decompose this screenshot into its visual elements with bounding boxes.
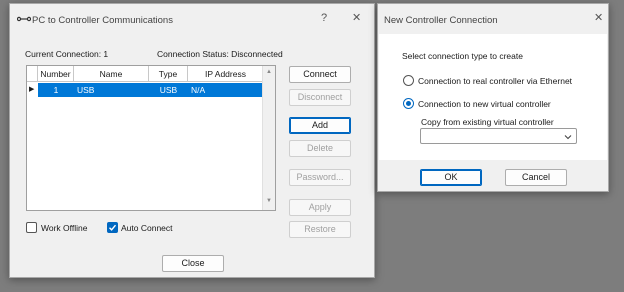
table-scrollbar[interactable]: ▲ ▼ bbox=[262, 66, 275, 210]
new-controller-dialog: New Controller Connection ✕ Select conne… bbox=[377, 3, 609, 192]
cell-type: USB bbox=[149, 83, 188, 97]
ok-button[interactable]: OK bbox=[420, 169, 482, 186]
close-button[interactable]: Close bbox=[162, 255, 224, 272]
apply-button[interactable]: Apply bbox=[289, 199, 351, 216]
cell-ip: N/A bbox=[188, 83, 263, 97]
title-bar[interactable]: New Controller Connection ✕ bbox=[378, 4, 608, 34]
cell-name: USB bbox=[74, 83, 149, 97]
connection-icon bbox=[17, 16, 31, 22]
scroll-down-icon[interactable]: ▼ bbox=[266, 198, 272, 204]
restore-button[interactable]: Restore bbox=[289, 221, 351, 238]
virtual-controller-radio[interactable] bbox=[403, 98, 414, 109]
add-button[interactable]: Add bbox=[289, 117, 351, 134]
current-connection-label: Current Connection: 1 bbox=[25, 49, 109, 59]
auto-connect-checkbox[interactable] bbox=[107, 222, 118, 233]
copy-from-label: Copy from existing virtual controller bbox=[421, 117, 554, 127]
table-row[interactable]: ▶ 1 USB USB N/A bbox=[27, 83, 263, 97]
window-title: PC to Controller Communications bbox=[32, 15, 173, 26]
connection-status-label: Connection Status: Disconnected bbox=[157, 49, 283, 59]
password-button[interactable]: Password... bbox=[289, 169, 351, 186]
dialog-body: Select connection type to create Connect… bbox=[379, 34, 607, 160]
scroll-up-icon[interactable]: ▲ bbox=[266, 69, 272, 75]
connect-button[interactable]: Connect bbox=[289, 66, 351, 83]
virtual-controller-label[interactable]: Connection to new virtual controller bbox=[418, 99, 551, 109]
real-controller-radio[interactable] bbox=[403, 75, 414, 86]
real-controller-label[interactable]: Connection to real controller via Ethern… bbox=[418, 76, 572, 86]
cancel-button[interactable]: Cancel bbox=[505, 169, 567, 186]
close-icon[interactable]: ✕ bbox=[352, 12, 361, 25]
table-header: Number Name Type IP Address bbox=[27, 66, 263, 82]
work-offline-label[interactable]: Work Offline bbox=[41, 223, 87, 233]
column-header-ip[interactable]: IP Address bbox=[188, 66, 263, 82]
chevron-down-icon bbox=[564, 135, 572, 140]
delete-button[interactable]: Delete bbox=[289, 140, 351, 157]
work-offline-checkbox[interactable] bbox=[26, 222, 37, 233]
checkmark-icon bbox=[109, 224, 117, 231]
row-marker-icon: ▶ bbox=[29, 86, 35, 93]
close-icon[interactable]: ✕ bbox=[594, 12, 603, 25]
title-bar[interactable]: PC to Controller Communications ? ✕ bbox=[10, 4, 374, 34]
help-icon[interactable]: ? bbox=[321, 12, 327, 25]
column-header-number[interactable]: Number bbox=[38, 66, 74, 82]
pc-comm-dialog: PC to Controller Communications ? ✕ Curr… bbox=[9, 3, 375, 278]
prompt-label: Select connection type to create bbox=[402, 51, 523, 61]
column-header-name[interactable]: Name bbox=[74, 66, 149, 82]
disconnect-button[interactable]: Disconnect bbox=[289, 89, 351, 106]
connections-table[interactable]: Number Name Type IP Address ▶ 1 USB USB … bbox=[26, 65, 276, 211]
column-header-marker bbox=[27, 66, 38, 82]
column-header-type[interactable]: Type bbox=[149, 66, 188, 82]
window-title: New Controller Connection bbox=[384, 15, 498, 26]
auto-connect-label[interactable]: Auto Connect bbox=[121, 223, 173, 233]
cell-number: 1 bbox=[38, 83, 74, 97]
copy-from-select[interactable] bbox=[420, 128, 577, 144]
